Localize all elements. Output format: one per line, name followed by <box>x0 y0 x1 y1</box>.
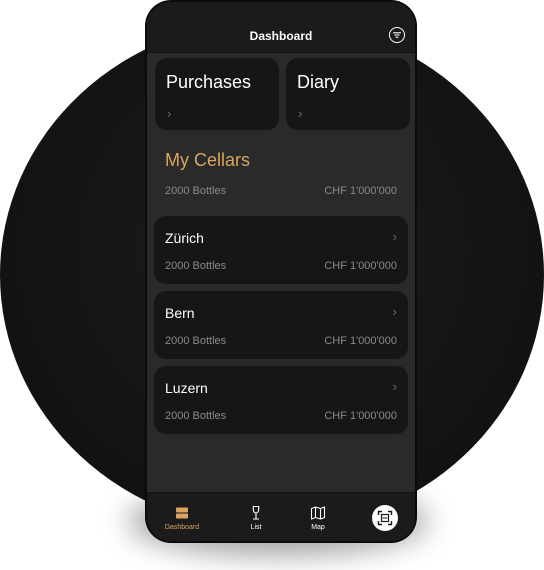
purchases-tile[interactable]: Purchases › <box>155 58 279 130</box>
page-title: Dashboard <box>249 29 313 43</box>
diary-tile[interactable]: Diary › <box>286 58 410 130</box>
cellar-card-zurich[interactable]: Zürich › 2000 Bottles CHF 1'000'000 <box>154 216 408 284</box>
tab-label: Map <box>311 524 325 531</box>
total-bottles: 2000 Bottles <box>165 185 227 197</box>
cellar-name: Bern <box>165 305 195 321</box>
filter-button[interactable] <box>389 27 405 43</box>
tab-label: Dashboard <box>164 524 200 531</box>
cellar-card-luzern[interactable]: Luzern › 2000 Bottles CHF 1'000'000 <box>154 366 408 434</box>
tab-dashboard[interactable]: Dashboard <box>152 493 212 541</box>
scan-icon <box>377 510 393 526</box>
header-bar: Dashboard <box>147 2 415 53</box>
tile-label: Purchases <box>166 72 252 92</box>
chevron-right-icon: › <box>392 229 397 244</box>
total-value: CHF 1'000'000 <box>324 185 397 197</box>
cellar-card-bern[interactable]: Bern › 2000 Bottles CHF 1'000'000 <box>154 291 408 359</box>
tab-map[interactable]: Map <box>288 493 348 541</box>
map-icon <box>310 506 326 520</box>
chevron-right-icon: › <box>392 304 397 319</box>
tab-bar: Dashboard List Map <box>147 492 415 541</box>
cellar-bottles: 2000 Bottles <box>165 410 227 422</box>
wine-glass-icon <box>252 505 260 520</box>
tile-label: Diary <box>297 72 340 92</box>
section-title: My Cellars <box>165 150 251 170</box>
dashboard-icon <box>176 507 188 519</box>
chevron-right-icon: › <box>167 106 172 121</box>
chevron-right-icon: › <box>298 106 303 121</box>
filter-icon <box>392 32 402 38</box>
chevron-right-icon: › <box>392 379 397 394</box>
scan-button[interactable] <box>372 505 398 531</box>
tab-label: List <box>250 524 262 531</box>
cellar-name: Luzern <box>165 380 208 396</box>
phone-frame: Dashboard Purchases › Diary › My Cellars… <box>145 0 417 543</box>
tab-list[interactable]: List <box>226 493 286 541</box>
cellar-value: CHF 1'000'000 <box>324 260 397 272</box>
cellar-name: Zürich <box>165 230 204 246</box>
cellar-value: CHF 1'000'000 <box>324 410 397 422</box>
cellar-bottles: 2000 Bottles <box>165 260 227 272</box>
cellar-bottles: 2000 Bottles <box>165 335 227 347</box>
app-screen: Dashboard Purchases › Diary › My Cellars… <box>147 2 415 541</box>
cellar-value: CHF 1'000'000 <box>324 335 397 347</box>
